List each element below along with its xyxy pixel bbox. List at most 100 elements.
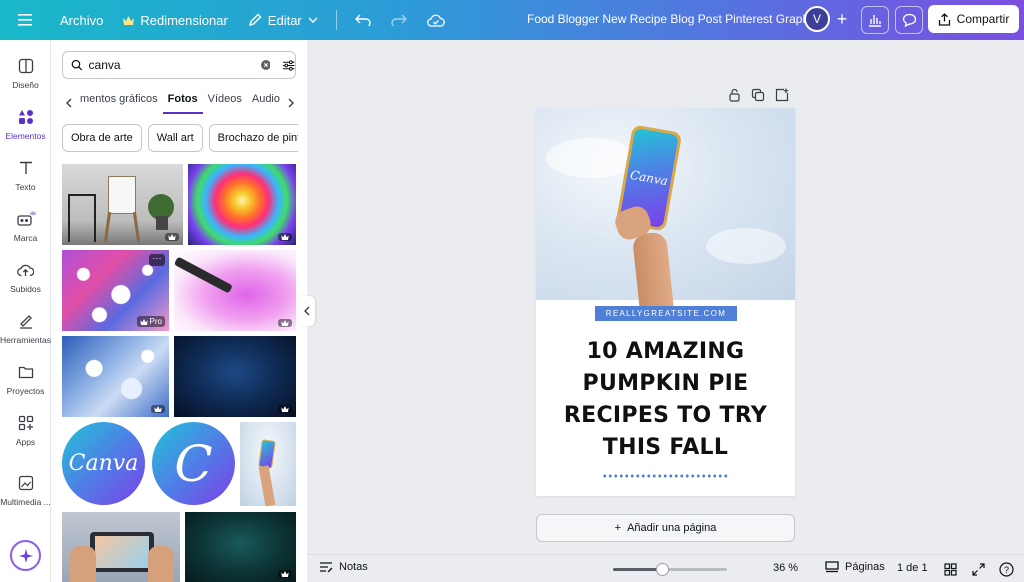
tab-videos[interactable]: Vídeos: [203, 92, 247, 114]
search-box: [62, 51, 296, 79]
rail-item-elementos[interactable]: Elementos: [0, 107, 51, 153]
crown-icon: [168, 234, 176, 240]
clear-icon[interactable]: [260, 59, 271, 71]
add-page-icon[interactable]: [775, 88, 789, 102]
left-rail: Diseño Elementos Texto Marca Subidos Her…: [0, 40, 51, 582]
chip-wall-art[interactable]: Wall art: [147, 124, 203, 152]
premium-badge: [278, 570, 292, 578]
fullscreen-button[interactable]: [969, 560, 987, 578]
rail-item-texto[interactable]: Texto: [0, 158, 51, 204]
headline-line: 10 AMAZING: [586, 339, 745, 364]
rail-item-subidos[interactable]: Subidos: [0, 260, 51, 306]
canva-wordmark-text: Canva: [68, 451, 139, 476]
invite-button[interactable]: +: [832, 9, 852, 29]
rail-label: Apps: [15, 437, 36, 447]
chip-brochazo[interactable]: Brochazo de pintura: [208, 124, 298, 152]
help-button[interactable]: ?: [997, 560, 1015, 578]
photo-hand-phone[interactable]: [240, 422, 296, 506]
search-input[interactable]: [88, 58, 239, 72]
canva-c-logo[interactable]: C: [152, 422, 235, 505]
dotted-divider: [602, 474, 730, 478]
right-hand: [148, 546, 174, 582]
collapse-panel-button[interactable]: [299, 296, 315, 326]
share-button[interactable]: Compartir: [928, 5, 1019, 33]
sparkle-icon: [18, 548, 33, 563]
photo-tablet-hands[interactable]: [62, 512, 180, 582]
upload-cloud-icon: [16, 260, 36, 280]
headline[interactable]: 10 AMAZING PUMPKIN PIE RECIPES TO TRY TH…: [546, 336, 785, 464]
tab-audio[interactable]: Audio: [247, 92, 285, 114]
resize-button[interactable]: Redimensionar: [113, 5, 237, 35]
comments-button[interactable]: [895, 6, 923, 34]
rail-item-apps[interactable]: Apps: [0, 413, 51, 459]
undo-button[interactable]: [345, 5, 381, 35]
zoom-slider[interactable]: [613, 563, 727, 576]
arm: [631, 231, 675, 315]
undo-icon: [354, 14, 371, 26]
expand-icon: [971, 562, 985, 576]
canva-wordmark-logo[interactable]: Canva: [62, 422, 145, 505]
toolbar-divider: [335, 10, 337, 30]
rail-item-multimedia[interactable]: Multimedia ...: [0, 473, 51, 519]
pages-button[interactable]: Páginas: [825, 561, 885, 573]
premium-badge: [151, 405, 165, 413]
tab-elementos-graficos[interactable]: mentos gráficos: [75, 92, 163, 114]
archivo-label: Archivo: [60, 12, 104, 28]
more-options-button[interactable]: ···: [149, 254, 165, 266]
crown-icon: [123, 15, 135, 25]
photo-dark-teal-texture[interactable]: [185, 512, 296, 582]
photo-fluid-art[interactable]: ··· Pro: [62, 250, 169, 331]
filter-icon[interactable]: [283, 59, 295, 72]
crown-icon: [154, 406, 162, 412]
insights-button[interactable]: [861, 6, 889, 34]
rail-item-diseno[interactable]: Diseño: [0, 56, 51, 102]
document-title[interactable]: Food Blogger New Recipe Blog Post Pinter…: [527, 12, 818, 26]
zoom-value[interactable]: 36 %: [773, 562, 798, 574]
lock-icon[interactable]: [728, 88, 741, 102]
grid-view-button[interactable]: [941, 560, 959, 578]
add-page-button[interactable]: + Añadir una página: [536, 514, 795, 542]
headline-line: THIS FALL: [602, 435, 729, 460]
chevron-right-icon[interactable]: [287, 98, 295, 108]
brand-icon: [16, 209, 36, 229]
phone-logo-text: Canva: [629, 167, 669, 189]
brush-handle: [174, 256, 233, 294]
page-tools: [728, 88, 794, 104]
edit-menu[interactable]: Editar: [238, 5, 328, 35]
menu-button[interactable]: [0, 5, 50, 35]
rail-item-proyectos[interactable]: Proyectos: [0, 362, 51, 408]
duplicate-icon[interactable]: [751, 88, 765, 102]
pages-icon: [825, 561, 839, 573]
rail-item-marca[interactable]: Marca: [0, 209, 51, 255]
rail-item-herramientas[interactable]: Herramientas: [0, 311, 51, 357]
apps-icon: [16, 413, 36, 433]
canva-c-text: C: [174, 434, 213, 493]
archivo-menu[interactable]: Archivo: [50, 5, 113, 35]
zoom-slider-knob[interactable]: [656, 563, 669, 576]
headline-line: PUMPKIN PIE: [582, 371, 749, 396]
photo-dark-blue-texture[interactable]: [174, 336, 296, 417]
save-status-button[interactable]: [417, 5, 455, 35]
premium-badge: [278, 405, 292, 413]
chevron-left-icon[interactable]: [65, 98, 73, 108]
photo-color-explosion[interactable]: [188, 164, 296, 245]
bottom-bar: Notas 36 % Páginas 1 de 1 ?: [307, 554, 1024, 582]
tab-fotos[interactable]: Fotos: [162, 92, 203, 114]
magic-button[interactable]: [10, 540, 41, 571]
chevron-left-icon: [304, 306, 310, 316]
redo-button[interactable]: [381, 5, 417, 35]
cloud-shape: [546, 138, 636, 178]
notes-button[interactable]: Notas: [319, 561, 368, 573]
headline-line: RECIPES TO TRY: [563, 403, 768, 428]
chip-obra-de-arte[interactable]: Obra de arte: [62, 124, 142, 152]
category-tabs: mentos gráficos Fotos Vídeos Audio: [65, 92, 297, 114]
cloud-shape: [706, 228, 786, 264]
avatar[interactable]: V: [804, 6, 830, 32]
photo-blue-marble[interactable]: [62, 336, 169, 417]
layout-icon: [16, 56, 36, 76]
pro-badge: Pro: [136, 316, 165, 327]
photo-paint-brush[interactable]: [174, 250, 296, 331]
site-label[interactable]: REALLYGREATSITE.COM: [595, 306, 737, 321]
photo-easel-room[interactable]: [62, 164, 183, 245]
design-page[interactable]: Canva REALLYGREATSITE.COM 10 AMAZING PUM…: [536, 108, 795, 496]
